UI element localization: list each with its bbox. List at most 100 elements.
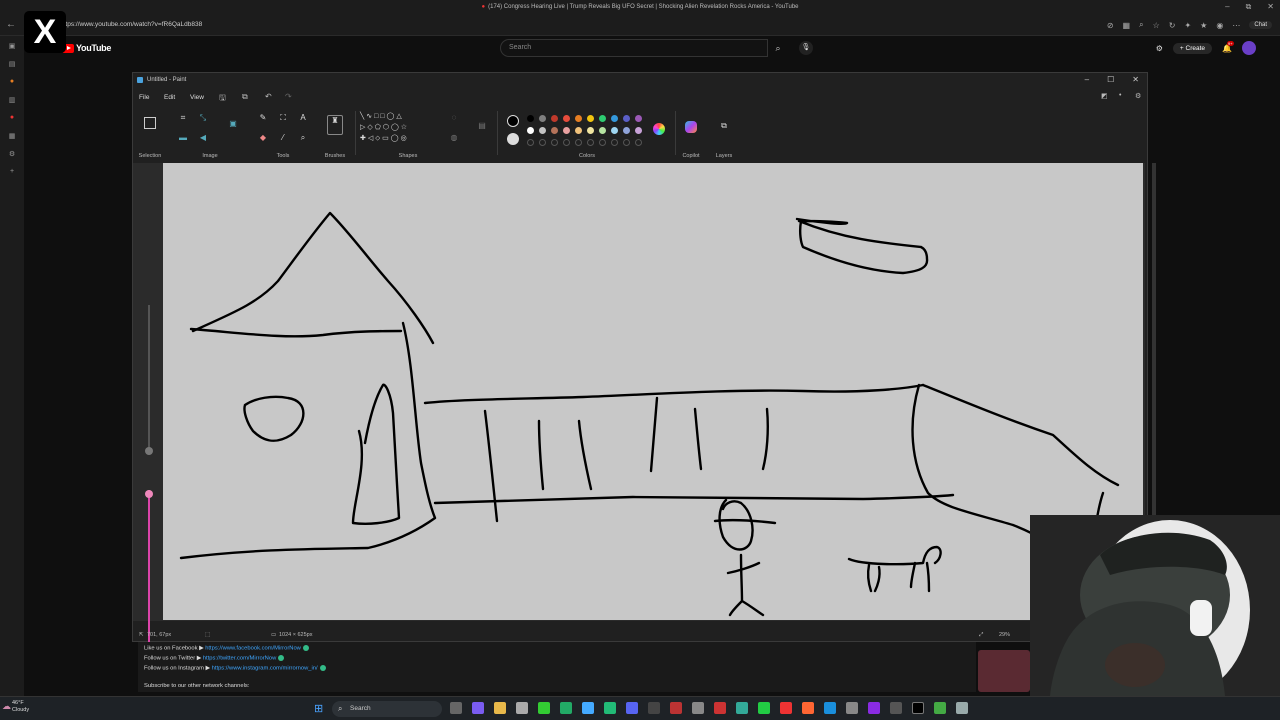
save-icon[interactable]: 🖫 bbox=[219, 92, 226, 106]
zoom-level[interactable]: 29% bbox=[999, 632, 1010, 638]
bell-icon[interactable]: 🔔 9+ bbox=[1222, 40, 1234, 53]
maximize-icon[interactable]: ☐ bbox=[1107, 75, 1114, 84]
back-arrow-icon[interactable]: ← bbox=[6, 19, 16, 30]
custom-color-slot[interactable] bbox=[623, 139, 630, 146]
custom-color-slot[interactable] bbox=[611, 139, 618, 146]
custom-color-slot[interactable] bbox=[575, 139, 582, 146]
rotate-icon[interactable]: ▬ bbox=[177, 133, 189, 142]
restore-icon[interactable]: ⧉ bbox=[1246, 2, 1252, 12]
add-icon[interactable]: + bbox=[7, 168, 17, 178]
refresh-icon[interactable]: ↻ bbox=[1169, 21, 1176, 30]
color-swatch[interactable] bbox=[563, 115, 570, 122]
obs-icon[interactable] bbox=[670, 702, 682, 714]
fill-icon[interactable]: ⛶ bbox=[277, 113, 289, 123]
color-swatch[interactable] bbox=[587, 115, 594, 122]
notepad-icon[interactable] bbox=[516, 702, 528, 714]
teams-icon[interactable] bbox=[472, 702, 484, 714]
resize-icon[interactable]: ⤡ bbox=[197, 113, 209, 123]
youtube-logo[interactable]: YouTube bbox=[62, 43, 111, 53]
shape-options-icon[interactable]: ▤ bbox=[476, 121, 488, 130]
color-swatch[interactable] bbox=[587, 127, 594, 134]
bookmarks-icon[interactable]: ★ bbox=[1200, 21, 1207, 30]
chrome-icon[interactable] bbox=[714, 702, 726, 714]
instagram-link[interactable]: https://www.instagram.com/mirrornow_in/ bbox=[212, 666, 318, 672]
crop-icon[interactable]: ⌗ bbox=[177, 113, 189, 123]
settings-icon[interactable]: ⚙ bbox=[7, 150, 17, 160]
feedback-icon[interactable]: ◩ bbox=[1101, 92, 1108, 100]
app-icon[interactable]: ● bbox=[7, 78, 17, 88]
image-select-icon[interactable]: ▣ bbox=[227, 119, 239, 128]
gear-icon[interactable]: ⚙ bbox=[1156, 44, 1163, 53]
custom-color-slot[interactable] bbox=[635, 139, 642, 146]
close-icon[interactable]: ✕ bbox=[1132, 75, 1139, 84]
camera-icon[interactable] bbox=[758, 702, 770, 714]
minimize-icon[interactable]: – bbox=[1225, 2, 1229, 12]
zoom-icon[interactable]: ⌕ bbox=[1139, 20, 1143, 30]
color-swatch[interactable] bbox=[539, 115, 546, 122]
brush-icon[interactable]: ♜ bbox=[327, 115, 343, 135]
eraser-icon[interactable]: ◆ bbox=[257, 133, 269, 142]
discord-icon[interactable] bbox=[626, 702, 638, 714]
url-field[interactable]: https://www.youtube.com/watch?v=fR6QaLdb… bbox=[60, 21, 202, 28]
color-swatch[interactable] bbox=[635, 127, 642, 134]
chat-button[interactable]: Chat bbox=[1249, 21, 1272, 29]
custom-color-slot[interactable] bbox=[539, 139, 546, 146]
menu-edit[interactable]: Edit bbox=[164, 94, 175, 101]
edit-colors-icon[interactable] bbox=[653, 123, 665, 135]
brave-icon[interactable] bbox=[802, 702, 814, 714]
color-swatch[interactable] bbox=[551, 127, 558, 134]
video-thumbnail[interactable] bbox=[978, 650, 1030, 692]
facebook-link[interactable]: https://www.facebook.com/MirrorNow bbox=[205, 646, 301, 652]
paint-taskbar-icon[interactable] bbox=[956, 702, 968, 714]
dot-icon[interactable]: • bbox=[1119, 92, 1121, 99]
settings-icon[interactable]: ⚙ bbox=[1135, 92, 1141, 100]
color-swatch[interactable] bbox=[527, 127, 534, 134]
flip-icon[interactable]: ◀ bbox=[197, 133, 209, 142]
x-app-icon[interactable] bbox=[912, 702, 924, 714]
youtube-search-input[interactable]: Search bbox=[500, 39, 768, 57]
color-swatch[interactable] bbox=[599, 127, 606, 134]
layers-icon[interactable]: ⧉ bbox=[718, 121, 730, 131]
minimize-icon[interactable]: – bbox=[1085, 75, 1089, 84]
drawing-canvas[interactable] bbox=[163, 163, 1143, 620]
app-icon[interactable] bbox=[890, 702, 902, 714]
color-picker-icon[interactable]: ⁄ bbox=[277, 133, 289, 142]
custom-color-slot[interactable] bbox=[563, 139, 570, 146]
profile-icon[interactable]: ◉ bbox=[1216, 21, 1223, 30]
slider-handle[interactable] bbox=[145, 447, 153, 455]
create-button[interactable]: + Create bbox=[1172, 42, 1213, 54]
favorite-icon[interactable]: ☆ bbox=[1153, 21, 1160, 30]
app-icon[interactable] bbox=[560, 702, 572, 714]
extension-icon[interactable]: ⊘ bbox=[1107, 21, 1114, 30]
search-icon[interactable]: ⌕ bbox=[768, 39, 788, 57]
microphone-icon[interactable]: 🎙 bbox=[799, 41, 813, 55]
tool-icon[interactable] bbox=[692, 702, 704, 714]
selection-rectangle-icon[interactable] bbox=[144, 117, 156, 129]
magnifier-icon[interactable]: ⌕ bbox=[297, 133, 309, 143]
collections-icon[interactable]: ▥ bbox=[7, 96, 17, 106]
pencil-icon[interactable]: ✎ bbox=[257, 113, 269, 122]
start-icon[interactable]: ⊞ bbox=[314, 702, 323, 715]
fill-shape-icon[interactable]: ◍ bbox=[448, 133, 460, 142]
copilot-icon[interactable] bbox=[685, 121, 697, 133]
fit-icon[interactable]: ⤢ bbox=[979, 632, 983, 639]
app-icon[interactable] bbox=[934, 702, 946, 714]
app-icon[interactable] bbox=[846, 702, 858, 714]
app-icon[interactable] bbox=[736, 702, 748, 714]
opera-icon[interactable] bbox=[780, 702, 792, 714]
task-view-icon[interactable] bbox=[450, 702, 462, 714]
twitch-icon[interactable] bbox=[868, 702, 880, 714]
taskbar-search[interactable]: ⌕ Search bbox=[332, 701, 442, 717]
shapes-gallery[interactable]: ╲∿□□◯△ ▷◇⬠⬡◯☆ ✚◁⬦▭◯◎ bbox=[360, 111, 438, 145]
color-swatch[interactable] bbox=[611, 127, 618, 134]
tabs-icon[interactable]: ▣ bbox=[7, 42, 17, 52]
reading-list-icon[interactable]: ▤ bbox=[7, 60, 17, 70]
opacity-handle[interactable] bbox=[145, 490, 153, 498]
youtube-app-icon[interactable]: ● bbox=[7, 114, 17, 124]
zoom-slider[interactable] bbox=[145, 305, 153, 660]
messaging-icon[interactable] bbox=[604, 702, 616, 714]
puzzle-icon[interactable]: ✦ bbox=[1184, 21, 1191, 30]
custom-color-slot[interactable] bbox=[587, 139, 594, 146]
color-swatch[interactable] bbox=[527, 115, 534, 122]
custom-color-slot[interactable] bbox=[527, 139, 534, 146]
